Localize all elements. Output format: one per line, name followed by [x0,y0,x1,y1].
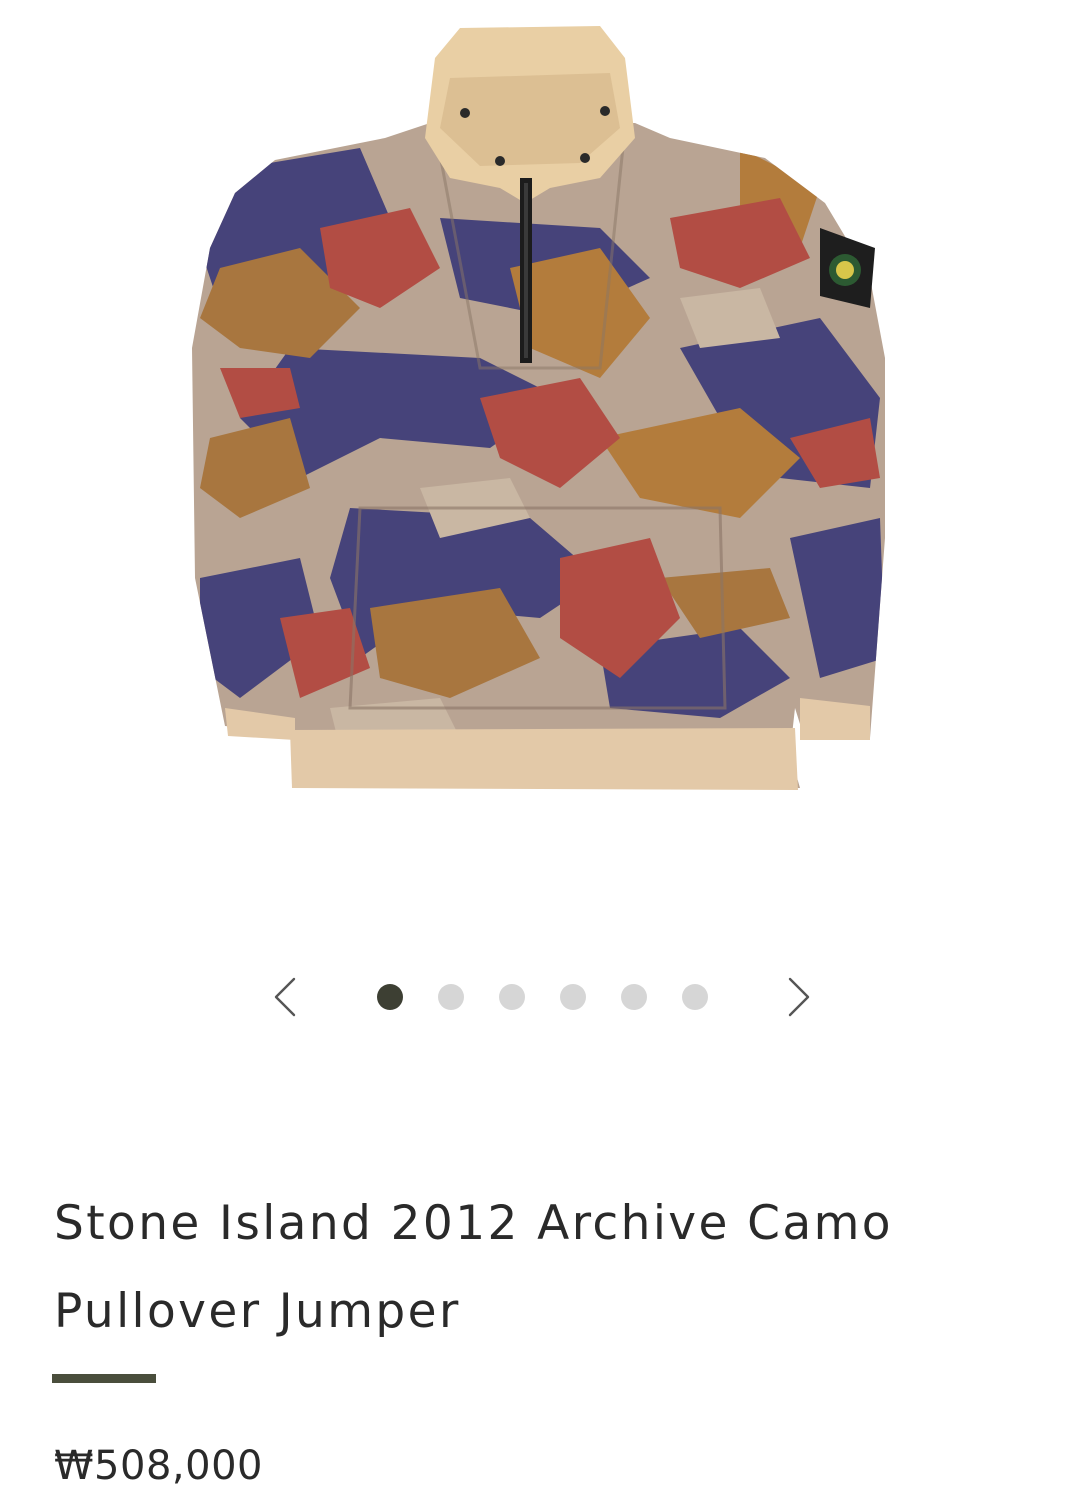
carousel-next-button[interactable] [776,975,820,1019]
carousel-dot-4[interactable] [560,984,586,1010]
carousel-prev-button[interactable] [264,975,308,1019]
camo-pullover-illustration [192,26,885,790]
carousel-dot-1[interactable] [377,984,403,1010]
chevron-left-icon [274,977,296,1017]
carousel-dot-6[interactable] [682,984,708,1010]
product-price: ₩508,000 [54,1443,263,1489]
compass-badge-icon [820,228,875,308]
image-carousel-controls [0,965,1085,1029]
carousel-dot-2[interactable] [438,984,464,1010]
chevron-right-icon [788,977,810,1017]
title-divider [52,1374,156,1383]
product-image[interactable] [180,18,905,808]
carousel-dot-3[interactable] [499,984,525,1010]
product-title: Stone Island 2012 Archive Camo Pullover … [54,1196,893,1339]
carousel-dot-5[interactable] [621,984,647,1010]
